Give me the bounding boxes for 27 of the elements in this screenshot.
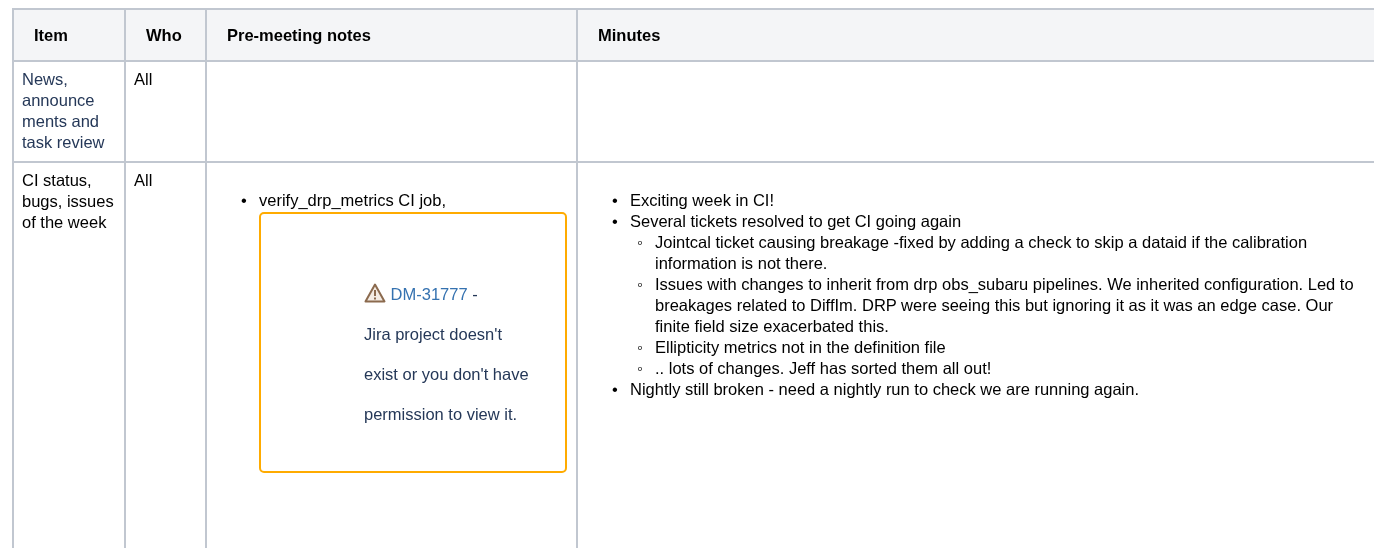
error-message: Jira project doesn't exist or you don't have permission to view it.	[364, 325, 529, 423]
bullet-marker: •	[612, 379, 619, 400]
issue-link[interactable]: DM-31777	[390, 285, 468, 303]
minutes-text: Jointcal ticket causing breakage -fixed by adding a check to skip a dataid if the calibration information is not there.	[655, 232, 1309, 274]
bullet-marker: ◦	[637, 232, 644, 253]
bullet-marker: ◦	[637, 358, 644, 379]
note-text: verify_drp_metrics CI job,	[259, 190, 448, 211]
minutes-text: Several tickets resolved to get CI going again	[630, 211, 963, 232]
minutes-text: Exciting week in CI!	[630, 190, 775, 211]
warning-icon	[364, 283, 386, 303]
minutes-text: Ellipticity metrics not in the definition file	[655, 337, 947, 358]
bullet-marker: •	[612, 211, 619, 232]
minutes-text: Issues with changes to inherit from drp obs_subaru pipelines. We inherited configuration. Led to breakages related to DiffIm. DRP were seeing this but ignoring it as it was an edge case. Our finite field size exacerbated this.	[655, 274, 1355, 337]
separator-text: -	[472, 285, 478, 303]
bullet-marker: ◦	[637, 274, 644, 295]
bullet-marker: •	[612, 190, 619, 211]
column-header: Item	[34, 25, 68, 46]
bullet-marker: ◦	[637, 337, 644, 358]
minutes-text: .. lots of changes. Jeff has sorted them all out!	[655, 358, 993, 379]
minutes-text: Nightly still broken - need a nightly run to check we are running again.	[630, 379, 1141, 400]
column-header: Who	[146, 25, 182, 46]
item-text: CI status, bugs, issues of the week	[22, 171, 114, 231]
who-text: All	[134, 70, 153, 88]
column-header: Minutes	[598, 25, 661, 46]
who-text: All	[134, 171, 153, 189]
column-header: Pre-meeting notes	[227, 25, 371, 46]
bullet-marker: •	[241, 190, 248, 211]
